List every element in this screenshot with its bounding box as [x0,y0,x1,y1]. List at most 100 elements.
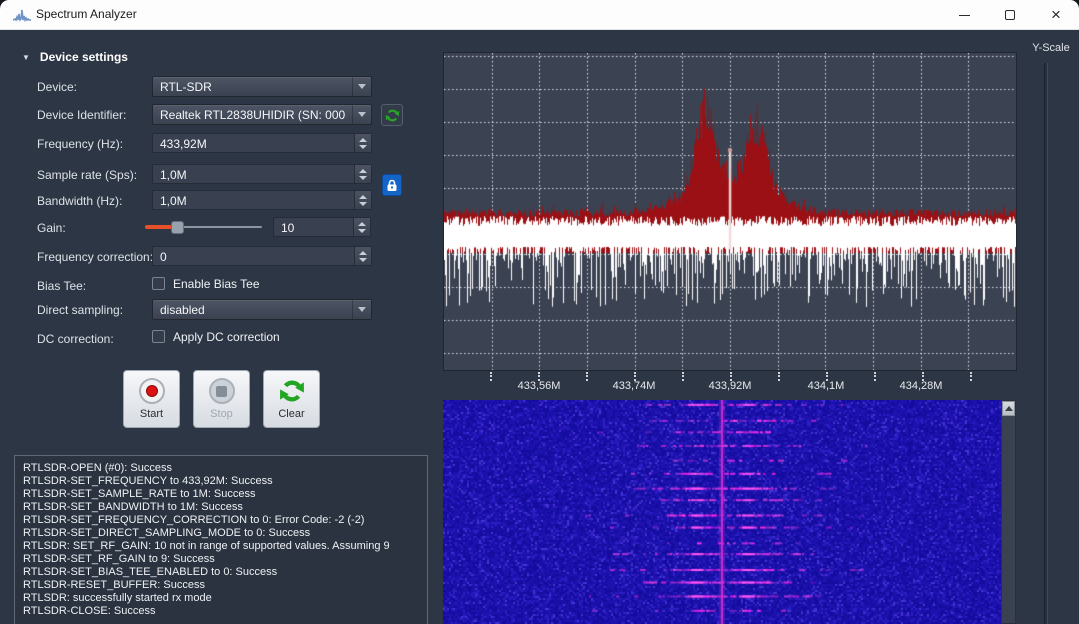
refresh-devices-button[interactable] [381,104,403,126]
sample-rate-label: Sample rate (Sps): [37,168,137,182]
waterfall-scrollbar[interactable] [1001,400,1016,624]
spin-arrows-icon[interactable] [354,134,371,152]
stop-button[interactable]: Stop [193,370,250,428]
direct-sampling-combo[interactable]: disabled [152,299,372,320]
dc-correction-checkbox[interactable] [152,330,165,343]
collapse-triangle-icon: ▼ [22,53,30,62]
spin-arrows-icon[interactable] [354,191,371,209]
frequency-value: 433,92M [160,137,207,151]
field-row-bias-tee: Bias Tee: Enable Bias Tee [0,275,430,297]
log-output[interactable]: RTLSDR-OPEN (#0): Success RTLSDR-SET_FRE… [14,455,428,624]
app-window: Spectrum Analyzer × ▼ Device settings Dev… [0,0,1079,624]
app-icon [13,8,31,22]
spin-arrows-icon[interactable] [353,218,370,236]
device-combo-value: RTL-SDR [160,80,212,94]
direct-sampling-combo-value: disabled [160,303,205,317]
waterfall-display[interactable] [443,400,1001,624]
bias-tee-checkbox[interactable] [152,277,165,290]
y-scale-slider-groove[interactable] [1044,63,1048,624]
frequency-correction-spinbox[interactable]: 0 [152,246,372,266]
spectrum-canvas[interactable] [444,53,1016,370]
chevron-down-icon[interactable] [352,105,371,124]
spectrum-plot[interactable] [443,52,1017,371]
device-identifier-label: Device Identifier: [37,108,126,122]
frequency-label: Frequency (Hz): [37,137,123,151]
device-label: Device: [37,80,77,94]
dc-correction-checkbox-label[interactable]: Apply DC correction [173,330,280,344]
field-row-device-identifier: Device Identifier: Realtek RTL2838UHIDIR… [0,104,430,126]
gain-value: 10 [281,221,294,235]
gain-spinbox[interactable]: 10 [273,217,371,237]
log-line: RTLSDR-SET_RF_GAIN to 9: Success [23,553,427,566]
x-tickmark [970,372,972,381]
log-line: RTLSDR-CLOSE: Success [23,605,427,618]
close-button[interactable]: × [1033,0,1079,30]
device-combo[interactable]: RTL-SDR [152,76,372,97]
clear-button-label: Clear [278,408,304,420]
clear-refresh-icon [279,378,305,404]
scroll-up-button[interactable] [1002,401,1015,416]
x-tickmark [778,372,780,381]
bias-tee-checkbox-label[interactable]: Enable Bias Tee [173,277,260,291]
bias-tee-label: Bias Tee: [37,279,86,293]
arrow-up-icon [1005,406,1013,411]
stop-icon [209,378,235,404]
x-tickmark [586,372,588,381]
spin-arrows-icon[interactable] [354,165,371,183]
x-tickmark [874,372,876,381]
y-scale-slider[interactable] [1043,63,1050,624]
x-tick-label: 433,92M [698,380,762,392]
x-tick-label: 433,74M [602,380,666,392]
start-button[interactable]: Start [123,370,180,428]
maximize-icon [1005,10,1015,20]
sample-rate-value: 1,0M [160,168,187,182]
device-settings-header[interactable]: ▼ Device settings [22,50,128,64]
device-identifier-combo[interactable]: Realtek RTL2838UHIDIR (SN: 00000001) [152,104,372,125]
stop-button-label: Stop [210,408,233,420]
field-row-bandwidth: Bandwidth (Hz): 1,0M [0,190,430,212]
direct-sampling-label: Direct sampling: [37,303,123,317]
field-row-dc-correction: DC correction: Apply DC correction [0,328,430,350]
log-line: RTLSDR-SET_FREQUENCY to 433,92M: Success [23,475,427,488]
dc-correction-label: DC correction: [37,332,114,346]
frequency-correction-label: Frequency correction: [37,250,153,264]
y-scale-label: Y-Scale [1026,42,1076,54]
bandwidth-label: Bandwidth (Hz): [37,194,122,208]
chevron-down-icon[interactable] [352,300,371,319]
slider-handle[interactable] [171,221,184,234]
gain-slider[interactable] [145,217,262,237]
frequency-spinbox[interactable]: 433,92M [152,133,372,153]
chevron-down-icon[interactable] [352,77,371,96]
log-line: RTLSDR: SET_RF_GAIN: 10 not in range of … [23,540,427,553]
minimize-icon [959,15,970,16]
window-title: Spectrum Analyzer [36,7,137,21]
log-line: RTLSDR-SET_BANDWIDTH to 1M: Success [23,501,427,514]
waterfall-canvas[interactable] [443,400,1001,624]
device-identifier-combo-value: Realtek RTL2838UHIDIR (SN: 00000001) [160,108,345,122]
refresh-icon [385,108,400,123]
field-row-direct-sampling: Direct sampling: disabled [0,299,430,321]
title-bar[interactable]: Spectrum Analyzer × [0,0,1079,30]
bandwidth-spinbox[interactable]: 1,0M [152,190,372,210]
field-row-sample-rate: Sample rate (Sps): 1,0M [0,164,430,186]
x-tick-label: 434,28M [889,380,953,392]
record-icon [139,378,165,404]
x-tick-label: 434,1M [794,380,858,392]
log-line: RTLSDR: successfully started rx mode [23,592,427,605]
spin-arrows-icon[interactable] [354,247,371,265]
clear-button[interactable]: Clear [263,370,320,428]
field-row-device: Device: RTL-SDR [0,76,430,98]
log-line: RTLSDR-OPEN (#0): Success [23,462,427,475]
minimize-button[interactable] [941,0,987,30]
field-row-gain: Gain: 10 [0,217,430,239]
sample-rate-spinbox[interactable]: 1,0M [152,164,372,184]
start-button-label: Start [140,408,163,420]
maximize-button[interactable] [987,0,1033,30]
device-settings-title: Device settings [40,50,128,64]
log-line: RTLSDR-SET_SAMPLE_RATE to 1M: Success [23,488,427,501]
log-line: RTLSDR-SET_BIAS_TEE_ENABLED to 0: Succes… [23,566,427,579]
close-icon: × [1051,6,1061,23]
log-line: RTLSDR-SET_DIRECT_SAMPLING_MODE to 0: Su… [23,527,427,540]
bandwidth-value: 1,0M [160,194,187,208]
gain-label: Gain: [37,221,66,235]
